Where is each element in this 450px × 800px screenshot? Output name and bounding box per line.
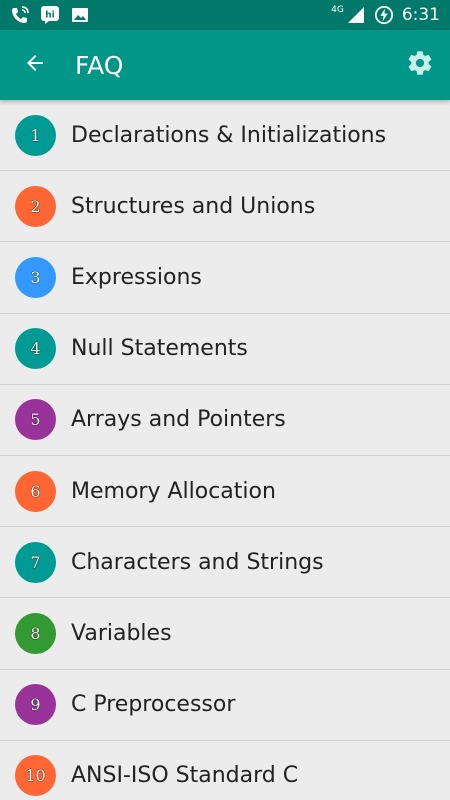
network-type-label: 4G: [331, 5, 344, 15]
number-badge: 5: [15, 399, 56, 441]
image-icon: [70, 5, 90, 25]
wifi-call-icon: [10, 5, 30, 25]
list-item-label: C Preprocessor: [71, 692, 236, 718]
back-button[interactable]: [0, 30, 70, 100]
app-bar: FAQ: [0, 30, 450, 100]
list-item-label: Structures and Unions: [71, 193, 316, 219]
hike-app-icon: hi: [40, 5, 60, 25]
list-item[interactable]: 4 Null Statements: [0, 313, 450, 385]
list-item[interactable]: 10 ANSI-ISO Standard C: [0, 740, 450, 800]
number-badge: 2: [15, 185, 56, 227]
number-badge: 4: [15, 328, 56, 370]
system-icons: 4G 6:31: [331, 5, 440, 25]
list-item[interactable]: 7 Characters and Strings: [0, 527, 450, 599]
list-item[interactable]: 5 Arrays and Pointers: [0, 384, 450, 456]
number-badge: 10: [15, 755, 56, 797]
number-badge: 7: [15, 541, 56, 583]
list-item[interactable]: 6 Memory Allocation: [0, 455, 450, 528]
gear-icon: [406, 49, 434, 81]
battery-charging-icon: [374, 5, 394, 25]
number-badge: 6: [15, 470, 56, 512]
settings-button[interactable]: [390, 30, 450, 100]
list-item-label: Arrays and Pointers: [71, 407, 286, 433]
signal-icon: [346, 5, 366, 25]
list-item[interactable]: 1 Declarations & Initializations: [0, 100, 450, 172]
number-badge: 3: [15, 256, 56, 298]
arrow-back-icon: [23, 51, 47, 79]
list-item[interactable]: 2 Structures and Unions: [0, 171, 450, 243]
list-item-label: Expressions: [71, 264, 202, 290]
notification-icons: hi: [10, 5, 90, 25]
number-badge: 8: [15, 612, 56, 654]
list-item[interactable]: 8 Variables: [0, 598, 450, 670]
status-bar: hi 4G 6:31: [0, 0, 450, 30]
list-item-label: Null Statements: [71, 336, 248, 362]
number-badge: 9: [15, 684, 56, 726]
number-badge: 1: [15, 114, 56, 156]
list-item-label: ANSI-ISO Standard C: [71, 763, 299, 789]
list-item[interactable]: 9 C Preprocessor: [0, 669, 450, 741]
page-title: FAQ: [75, 50, 124, 80]
list-item-label: Characters and Strings: [71, 549, 324, 575]
list-item-label: Variables: [71, 620, 172, 646]
list-item[interactable]: 3 Expressions: [0, 242, 450, 314]
list-item-label: Declarations & Initializations: [71, 122, 387, 148]
faq-list: 1 Declarations & Initializations 2 Structur…: [0, 100, 450, 800]
clock: 6:31: [401, 5, 440, 25]
svg-text:hi: hi: [45, 11, 55, 21]
list-item-label: Memory Allocation: [71, 478, 276, 504]
